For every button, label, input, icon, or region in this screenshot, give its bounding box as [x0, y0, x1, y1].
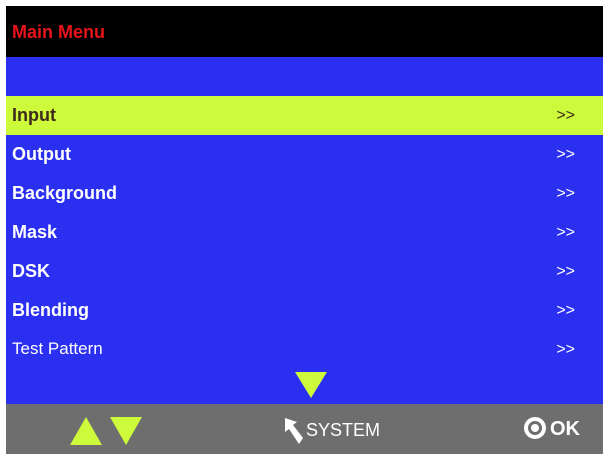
title-bar: Main Menu: [6, 6, 603, 57]
chevron-down-icon: [295, 372, 327, 398]
submenu-arrow-icon: >>: [556, 146, 575, 163]
menu-item-test-pattern[interactable]: Test Pattern >>: [6, 330, 603, 369]
menu-screen: Main Menu Input >> Output >> Background …: [6, 6, 603, 454]
submenu-arrow-icon: >>: [556, 224, 575, 241]
menu-item-dsk[interactable]: DSK >>: [6, 252, 603, 291]
submenu-arrow-icon: >>: [556, 107, 575, 124]
menu-item-blending[interactable]: Blending >>: [6, 291, 603, 330]
menu-item-label: Background: [12, 183, 118, 203]
menu-item-output[interactable]: Output >>: [6, 135, 603, 174]
menu-item-label: Mask: [12, 222, 58, 242]
main-menu-list: Input >> Output >> Background >> Mask >>…: [6, 96, 603, 369]
menu-item-input[interactable]: Input >>: [6, 96, 603, 135]
triangle-up-icon[interactable]: [70, 417, 102, 445]
triangle-down-icon[interactable]: [110, 417, 142, 445]
back-arrow-icon[interactable]: [283, 416, 305, 446]
menu-item-background[interactable]: Background >>: [6, 174, 603, 213]
menu-item-label: Output: [12, 144, 71, 164]
submenu-arrow-icon: >>: [556, 185, 575, 202]
menu-item-mask[interactable]: Mask >>: [6, 213, 603, 252]
menu-item-label: Test Pattern: [12, 339, 103, 358]
submenu-arrow-icon: >>: [556, 302, 575, 319]
submenu-arrow-icon: >>: [556, 341, 575, 358]
footer-bar: SYSTEM OK: [6, 404, 603, 454]
page-title: Main Menu: [12, 22, 105, 42]
ok-button-label[interactable]: OK: [550, 418, 580, 441]
menu-item-label: Input: [12, 105, 56, 125]
ok-knob-icon[interactable]: [524, 417, 546, 439]
menu-item-label: DSK: [12, 261, 51, 281]
system-button-label[interactable]: SYSTEM: [306, 420, 380, 441]
submenu-arrow-icon: >>: [556, 263, 575, 280]
menu-item-label: Blending: [12, 300, 89, 320]
